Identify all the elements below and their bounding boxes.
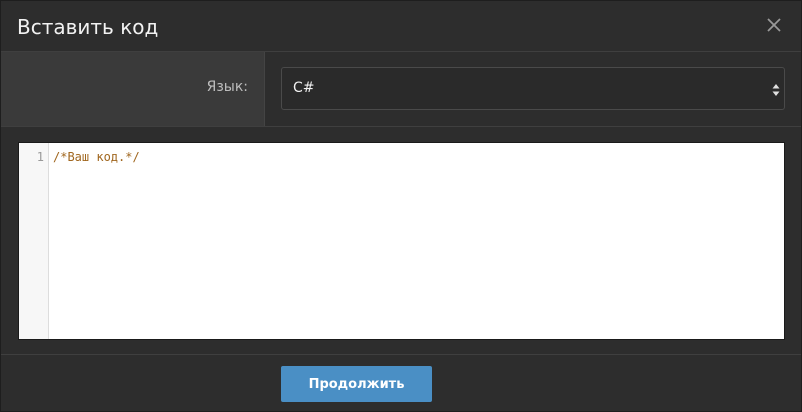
dialog-header: Вставить код [1, 1, 801, 52]
language-select[interactable]: C# [281, 67, 785, 110]
line-number: 1 [36, 150, 44, 164]
continue-button[interactable]: Продолжить [281, 366, 432, 402]
dialog-footer: Продолжить [1, 354, 801, 411]
language-label: Язык: [206, 79, 248, 95]
close-icon[interactable] [765, 16, 783, 34]
insert-code-dialog: Вставить код Язык: C# 1 /*Ваш код.*/ Про… [0, 0, 802, 412]
code-editor[interactable]: 1 /*Ваш код.*/ [18, 142, 785, 340]
select-arrows-icon [772, 82, 780, 96]
language-row: Язык: C# [1, 52, 801, 127]
language-label-cell: Язык: [1, 52, 265, 126]
line-number-gutter: 1 [19, 143, 49, 339]
language-selected-value: C# [293, 80, 315, 96]
dialog-title: Вставить код [17, 15, 159, 39]
code-line[interactable]: /*Ваш код.*/ [53, 150, 140, 164]
